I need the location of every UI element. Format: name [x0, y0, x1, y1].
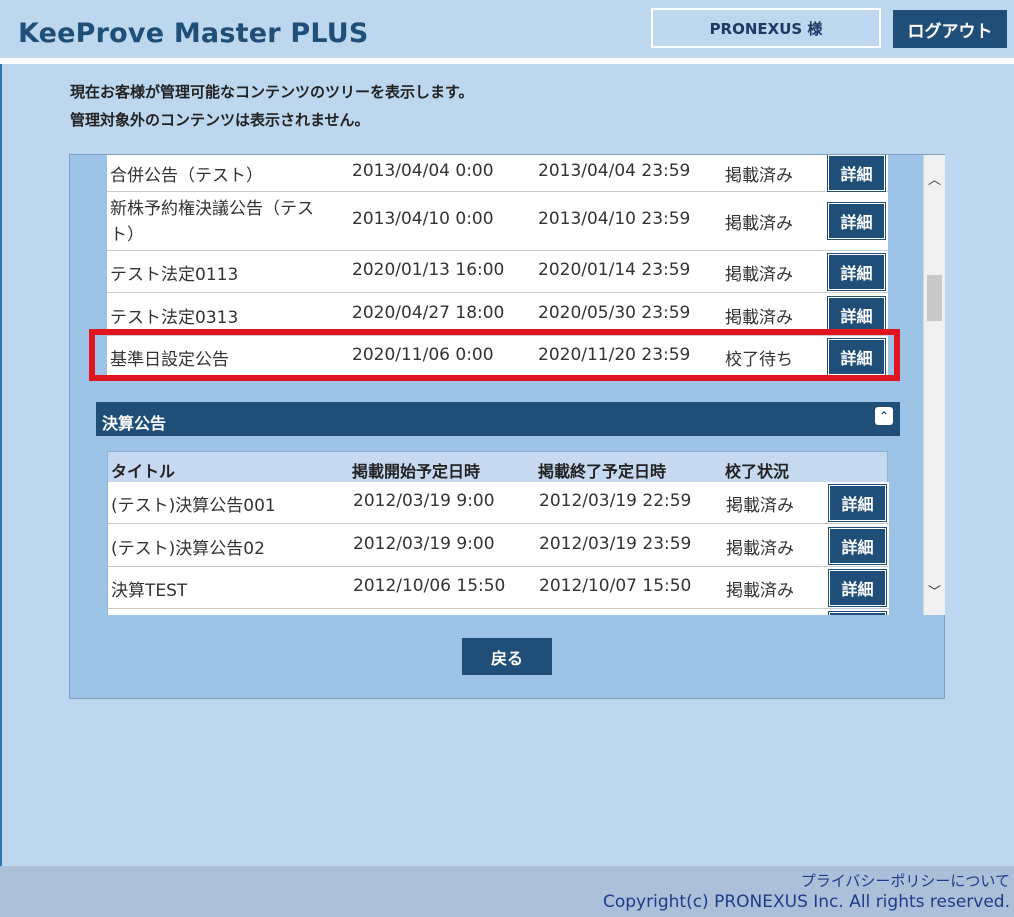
notice-table-upper: 合併公告（テスト） 2013/04/04 0:00 2013/04/04 23:… — [107, 155, 888, 378]
table-header: タイトル 掲載開始予定日時 掲載終了予定日時 校了状況 — [108, 452, 887, 482]
detail-button[interactable]: 詳細 — [828, 527, 887, 565]
table-row-partial — [108, 609, 889, 615]
row-start: 2020/04/27 18:00 — [352, 303, 505, 323]
intro-line-2: 管理対象外のコンテンツは表示されません。 — [70, 111, 370, 129]
collapse-icon[interactable]: ⌃ — [875, 407, 893, 425]
scrollbar-thumb[interactable] — [927, 275, 942, 321]
row-end: 2012/10/07 15:50 — [539, 576, 692, 596]
table-row: 決算TEST 2012/10/06 15:50 2012/10/07 15:50… — [108, 567, 889, 609]
row-title: テスト法定0113 — [110, 265, 239, 285]
row-status: 掲載済み — [726, 581, 794, 601]
window-edge — [0, 64, 2, 866]
detail-button[interactable]: 詳細 — [827, 253, 886, 291]
row-end: 2020/11/20 23:59 — [538, 345, 691, 365]
row-status: 掲載済み — [726, 496, 794, 516]
row-start: 2013/04/10 0:00 — [352, 209, 494, 229]
content-panel: 合併公告（テスト） 2013/04/04 0:00 2013/04/04 23:… — [69, 154, 945, 699]
row-end: 2020/01/14 23:59 — [538, 260, 691, 280]
row-status: 掲載済み — [725, 308, 793, 328]
notice-table-kessan: タイトル 掲載開始予定日時 掲載終了予定日時 校了状況 (テスト)決算公告001… — [107, 451, 889, 615]
row-start: 2020/11/06 0:00 — [352, 345, 494, 365]
scroll-down-icon[interactable]: ﹀ — [924, 579, 945, 601]
column-header-title: タイトル — [111, 462, 176, 481]
table-row: 合併公告（テスト） 2013/04/04 0:00 2013/04/04 23:… — [107, 155, 888, 192]
vertical-scrollbar[interactable]: ︿ ﹀ — [923, 155, 945, 615]
header: KeeProve Master PLUS PRONEXUS 様 ログアウト — [0, 0, 1014, 58]
detail-button[interactable]: 詳細 — [827, 155, 886, 192]
table-row: 新株予約権決議公告（テスト） 2013/04/10 0:00 2013/04/1… — [107, 192, 888, 251]
row-title: (テスト)決算公告001 — [111, 496, 276, 516]
row-end: 2020/05/30 23:59 — [538, 303, 691, 323]
table-row: テスト法定0313 2020/04/27 18:00 2020/05/30 23… — [107, 293, 888, 336]
footer: プライバシーポリシーについて Copyright(c) PRONEXUS Inc… — [0, 866, 1014, 917]
scroll-up-icon[interactable]: ︿ — [924, 167, 945, 189]
row-status: 掲載済み — [725, 214, 793, 234]
row-status: 掲載済み — [725, 265, 793, 285]
row-end: 2013/04/04 23:59 — [538, 161, 691, 181]
row-end: 2012/03/19 22:59 — [539, 491, 692, 511]
row-title: 新株予約権決議公告（テスト） — [110, 199, 314, 245]
detail-button[interactable]: 詳細 — [827, 338, 886, 376]
row-start: 2012/10/06 15:50 — [353, 576, 506, 596]
detail-button[interactable]: 詳細 — [828, 569, 887, 607]
section-header-kessan[interactable]: 決算公告 ⌃ — [96, 402, 900, 436]
table-row: テスト法定0113 2020/01/13 16:00 2020/01/14 23… — [107, 251, 888, 293]
row-title: 基準日設定公告 — [110, 350, 229, 370]
copyright-text: Copyright(c) PRONEXUS Inc. All rights re… — [603, 892, 1010, 912]
row-status: 校了待ち — [725, 350, 793, 370]
detail-button[interactable]: 詳細 — [827, 296, 886, 334]
row-end: 2013/04/10 23:59 — [538, 209, 691, 229]
row-status: 掲載済み — [726, 539, 794, 559]
section-title: 決算公告 — [102, 414, 167, 433]
column-header-end: 掲載終了予定日時 — [538, 462, 667, 481]
intro-line-1: 現在お客様が管理可能なコンテンツのツリーを表示します。 — [70, 83, 474, 101]
app-title: KeeProve Master PLUS — [18, 18, 369, 49]
row-title: 合併公告（テスト） — [110, 166, 263, 186]
row-title: 決算TEST — [111, 581, 188, 601]
column-header-status: 校了状況 — [725, 462, 790, 481]
column-header-start: 掲載開始予定日時 — [352, 462, 481, 481]
intro-text: 現在お客様が管理可能なコンテンツのツリーを表示します。 管理対象外のコンテンツは… — [70, 78, 474, 134]
row-start: 2020/01/13 16:00 — [352, 260, 505, 280]
row-status: 掲載済み — [725, 166, 793, 186]
row-end: 2012/03/19 23:59 — [539, 534, 692, 554]
row-title: (テスト)決算公告02 — [111, 539, 265, 559]
table-row: 基準日設定公告 2020/11/06 0:00 2020/11/20 23:59… — [107, 336, 888, 378]
privacy-policy-link[interactable]: プライバシーポリシーについて — [801, 870, 1010, 891]
back-button[interactable]: 戻る — [462, 638, 552, 675]
row-start: 2013/04/04 0:00 — [352, 161, 494, 181]
user-name-box: PRONEXUS 様 — [651, 8, 881, 48]
detail-button[interactable] — [828, 611, 887, 615]
row-title: テスト法定0313 — [110, 308, 239, 328]
row-start: 2012/03/19 9:00 — [353, 534, 495, 554]
header-divider — [0, 58, 1014, 64]
detail-button[interactable]: 詳細 — [827, 202, 886, 240]
detail-button[interactable]: 詳細 — [828, 484, 887, 522]
table-row: (テスト)決算公告001 2012/03/19 9:00 2012/03/19 … — [108, 482, 889, 524]
row-start: 2012/03/19 9:00 — [353, 491, 495, 511]
logout-button[interactable]: ログアウト — [893, 10, 1007, 48]
content-tree-scroll-area[interactable]: 合併公告（テスト） 2013/04/04 0:00 2013/04/04 23:… — [70, 155, 922, 615]
table-row: (テスト)決算公告02 2012/03/19 9:00 2012/03/19 2… — [108, 524, 889, 567]
